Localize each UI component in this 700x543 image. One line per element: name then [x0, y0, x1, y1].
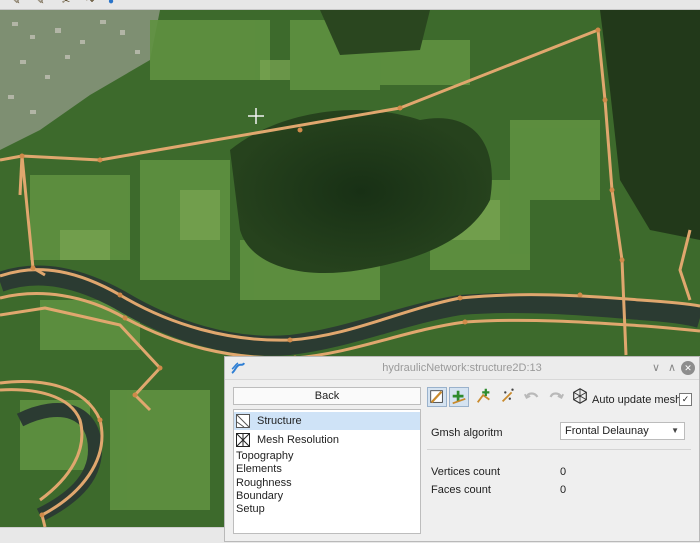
magic-points-icon — [501, 388, 514, 403]
help-icon[interactable]: ● — [108, 0, 120, 7]
panel-title: hydraulicNetwork:structure2D:13 — [382, 362, 542, 374]
panel-titlebar[interactable]: hydraulicNetwork:structure2D:13 ∨ ∧ ✕ — [225, 357, 699, 380]
top-toolbar: ✎ ✎ ✂ ↷ ● — [0, 0, 700, 10]
nav-item-label: Structure — [257, 415, 302, 427]
gmsh-algorithm-select[interactable]: Frontal Delaunay ▼ — [560, 422, 685, 440]
minimize-icon[interactable]: ∨ — [649, 361, 663, 375]
mesh-resolution-icon — [236, 433, 250, 447]
add-polyline-button[interactable] — [475, 387, 495, 407]
magic-points-button[interactable] — [499, 387, 519, 407]
nav-list: Structure Mesh Resolution Topography Ele… — [233, 409, 421, 534]
redo-icon — [549, 392, 565, 400]
nav-item-label: Mesh Resolution — [257, 434, 339, 446]
auto-update-label: Auto update mesh — [592, 394, 682, 406]
undo-icon — [523, 392, 539, 400]
nav-item-label: Boundary — [236, 490, 284, 502]
generate-mesh-button[interactable] — [571, 387, 591, 407]
edit-structure-button[interactable] — [427, 387, 447, 407]
nav-item-mesh-resolution[interactable]: Mesh Resolution — [234, 431, 420, 449]
divider — [427, 449, 691, 450]
draw-icon[interactable]: ✎ — [36, 0, 48, 7]
vertices-count-label: Vertices count — [431, 466, 501, 478]
gmsh-algorithm-label: Gmsh algoritm — [431, 427, 503, 439]
edit-icon[interactable]: ✎ — [12, 0, 24, 7]
structure-icon — [236, 414, 250, 428]
add-polyline-icon — [476, 388, 490, 403]
nav-item-label: Topography — [236, 450, 294, 462]
mesh-icon — [573, 388, 587, 404]
nav-item-label: Setup — [236, 503, 265, 515]
undo-button[interactable] — [523, 387, 543, 407]
add-point-icon — [452, 390, 466, 405]
close-icon[interactable]: ✕ — [681, 361, 695, 375]
redo-button[interactable] — [547, 387, 567, 407]
nav-item-structure[interactable]: Structure — [234, 412, 420, 430]
back-button[interactable]: Back — [233, 387, 421, 405]
gmsh-algorithm-value: Frontal Delaunay — [565, 425, 649, 437]
faces-count-value: 0 — [560, 484, 567, 496]
auto-update-checkbox[interactable]: ✓ — [679, 393, 692, 406]
nav-item-label: Roughness — [236, 477, 292, 489]
maximize-icon[interactable]: ∧ — [665, 361, 679, 375]
vertices-count-value: 0 — [560, 466, 567, 478]
structure-panel: hydraulicNetwork:structure2D:13 ∨ ∧ ✕ Ba… — [224, 356, 700, 542]
redo-icon[interactable]: ↷ — [86, 0, 98, 7]
faces-count-label: Faces count — [431, 484, 491, 496]
edit-structure-icon — [430, 390, 443, 404]
nav-item-label: Elements — [236, 463, 282, 475]
chevron-down-icon: ▼ — [671, 426, 679, 435]
cut-icon[interactable]: ✂ — [62, 0, 74, 7]
add-point-button[interactable] — [449, 387, 469, 407]
